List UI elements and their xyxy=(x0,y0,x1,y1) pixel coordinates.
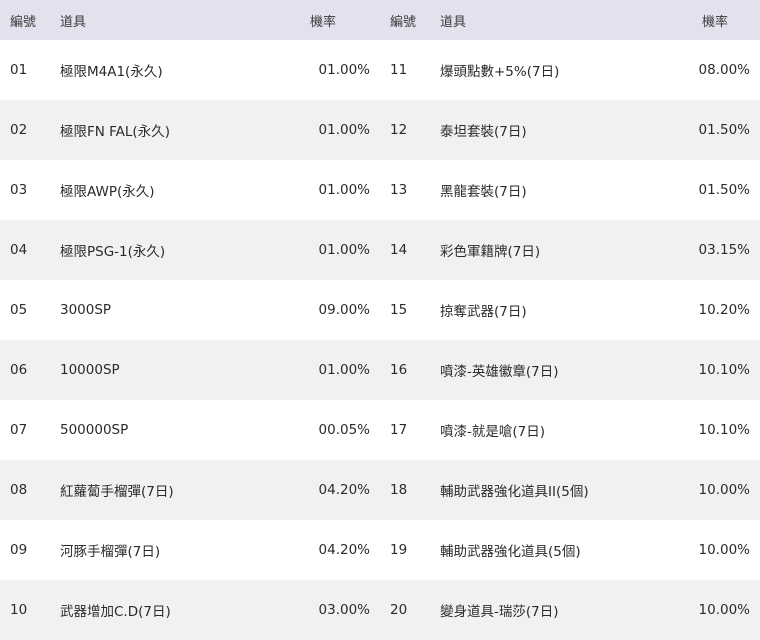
table-row: 08 紅蘿蔔手榴彈(7日) 04.20% 18 輔助武器強化道具II(5個) 10.00% xyxy=(0,460,760,520)
cell-rate-right: 10.00% xyxy=(698,602,750,618)
cell-item-left: 10000SP xyxy=(60,362,120,378)
cell-number-right: 18 xyxy=(390,482,408,498)
cell-rate-left: 01.00% xyxy=(318,242,370,258)
cell-number-left: 09 xyxy=(10,542,28,558)
cell-item-right: 噴漆-就是嗆(7日) xyxy=(440,424,545,440)
cell-number-left: 08 xyxy=(10,482,28,498)
cell-item-left: 極限FN FAL(永久) xyxy=(60,124,170,140)
cell-item-right: 爆頭點數+5%(7日) xyxy=(440,64,560,80)
cell-rate-left: 04.20% xyxy=(318,542,370,558)
cell-item-left: 極限PSG-1(永久) xyxy=(60,244,166,260)
cell-number-right: 11 xyxy=(390,62,408,78)
cell-item-left: 武器增加C.D(7日) xyxy=(60,604,171,620)
cell-item-right: 掠奪武器(7日) xyxy=(440,304,527,320)
cell-number-right: 19 xyxy=(390,542,408,558)
cell-rate-left: 01.00% xyxy=(318,182,370,198)
cell-number-right: 17 xyxy=(390,422,408,438)
cell-number-left: 05 xyxy=(10,302,28,318)
cell-item-right: 泰坦套裝(7日) xyxy=(440,124,527,140)
probability-table: 編號 道具 機率 編號 道具 機率 01 極限M4A1(永久) 01.00% 11 爆頭… xyxy=(0,0,760,640)
header-rate-left: 機率 xyxy=(310,14,337,30)
table-row: 06 10000SP 01.00% 16 噴漆-英雄徽章(7日) 10.10% xyxy=(0,340,760,400)
cell-rate-right: 01.50% xyxy=(698,122,750,138)
cell-rate-right: 10.00% xyxy=(698,542,750,558)
cell-item-right: 彩色軍籍牌(7日) xyxy=(440,244,541,260)
table-row: 07 500000SP 00.05% 17 噴漆-就是嗆(7日) 10.10% xyxy=(0,400,760,460)
header-rate-right: 機率 xyxy=(702,14,729,30)
table-row: 02 極限FN FAL(永久) 01.00% 12 泰坦套裝(7日) 01.50% xyxy=(0,100,760,160)
table-row: 09 河豚手榴彈(7日) 04.20% 19 輔助武器強化道具(5個) 10.00% xyxy=(0,520,760,580)
cell-number-left: 01 xyxy=(10,62,28,78)
cell-item-left: 極限AWP(永久) xyxy=(60,184,155,200)
cell-rate-left: 04.20% xyxy=(318,482,370,498)
cell-number-right: 20 xyxy=(390,602,408,618)
cell-item-right: 噴漆-英雄徽章(7日) xyxy=(440,364,559,380)
header-item-right: 道具 xyxy=(440,14,467,30)
cell-item-left: 500000SP xyxy=(60,422,129,438)
table-row: 10 武器增加C.D(7日) 03.00% 20 變身道具-瑞莎(7日) 10.00% xyxy=(0,580,760,640)
cell-number-left: 04 xyxy=(10,242,28,258)
cell-rate-right: 10.10% xyxy=(698,422,750,438)
header-item-left: 道具 xyxy=(60,14,87,30)
cell-rate-left: 01.00% xyxy=(318,62,370,78)
cell-rate-right: 08.00% xyxy=(698,62,750,78)
header-number-left: 編號 xyxy=(10,14,37,30)
cell-number-right: 15 xyxy=(390,302,408,318)
cell-rate-right: 10.00% xyxy=(698,482,750,498)
cell-number-right: 12 xyxy=(390,122,408,138)
header-number-right: 編號 xyxy=(390,14,417,30)
cell-rate-right: 03.15% xyxy=(698,242,750,258)
cell-number-right: 14 xyxy=(390,242,408,258)
cell-number-left: 07 xyxy=(10,422,28,438)
cell-item-right: 輔助武器強化道具(5個) xyxy=(440,544,581,560)
cell-number-left: 10 xyxy=(10,602,28,618)
cell-number-right: 13 xyxy=(390,182,408,198)
cell-rate-left: 09.00% xyxy=(318,302,370,318)
cell-number-left: 02 xyxy=(10,122,28,138)
cell-rate-right: 10.20% xyxy=(698,302,750,318)
cell-item-left: 極限M4A1(永久) xyxy=(60,64,163,80)
cell-rate-left: 01.00% xyxy=(318,122,370,138)
cell-rate-left: 00.05% xyxy=(318,422,370,438)
table-header-row: 編號 道具 機率 編號 道具 機率 xyxy=(0,0,760,40)
cell-rate-right: 01.50% xyxy=(698,182,750,198)
cell-item-left: 河豚手榴彈(7日) xyxy=(60,544,161,560)
table-row: 04 極限PSG-1(永久) 01.00% 14 彩色軍籍牌(7日) 03.15% xyxy=(0,220,760,280)
cell-item-left: 3000SP xyxy=(60,302,112,318)
cell-rate-right: 10.10% xyxy=(698,362,750,378)
cell-item-right: 輔助武器強化道具II(5個) xyxy=(440,484,589,500)
cell-item-right: 黑龍套裝(7日) xyxy=(440,184,527,200)
table-row: 03 極限AWP(永久) 01.00% 13 黑龍套裝(7日) 01.50% xyxy=(0,160,760,220)
cell-item-right: 變身道具-瑞莎(7日) xyxy=(440,604,559,620)
cell-rate-left: 01.00% xyxy=(318,362,370,378)
cell-number-right: 16 xyxy=(390,362,408,378)
cell-number-left: 06 xyxy=(10,362,28,378)
cell-item-left: 紅蘿蔔手榴彈(7日) xyxy=(60,484,174,500)
table-row: 05 3000SP 09.00% 15 掠奪武器(7日) 10.20% xyxy=(0,280,760,340)
table-row: 01 極限M4A1(永久) 01.00% 11 爆頭點數+5%(7日) 08.00% xyxy=(0,40,760,100)
cell-number-left: 03 xyxy=(10,182,28,198)
cell-rate-left: 03.00% xyxy=(318,602,370,618)
